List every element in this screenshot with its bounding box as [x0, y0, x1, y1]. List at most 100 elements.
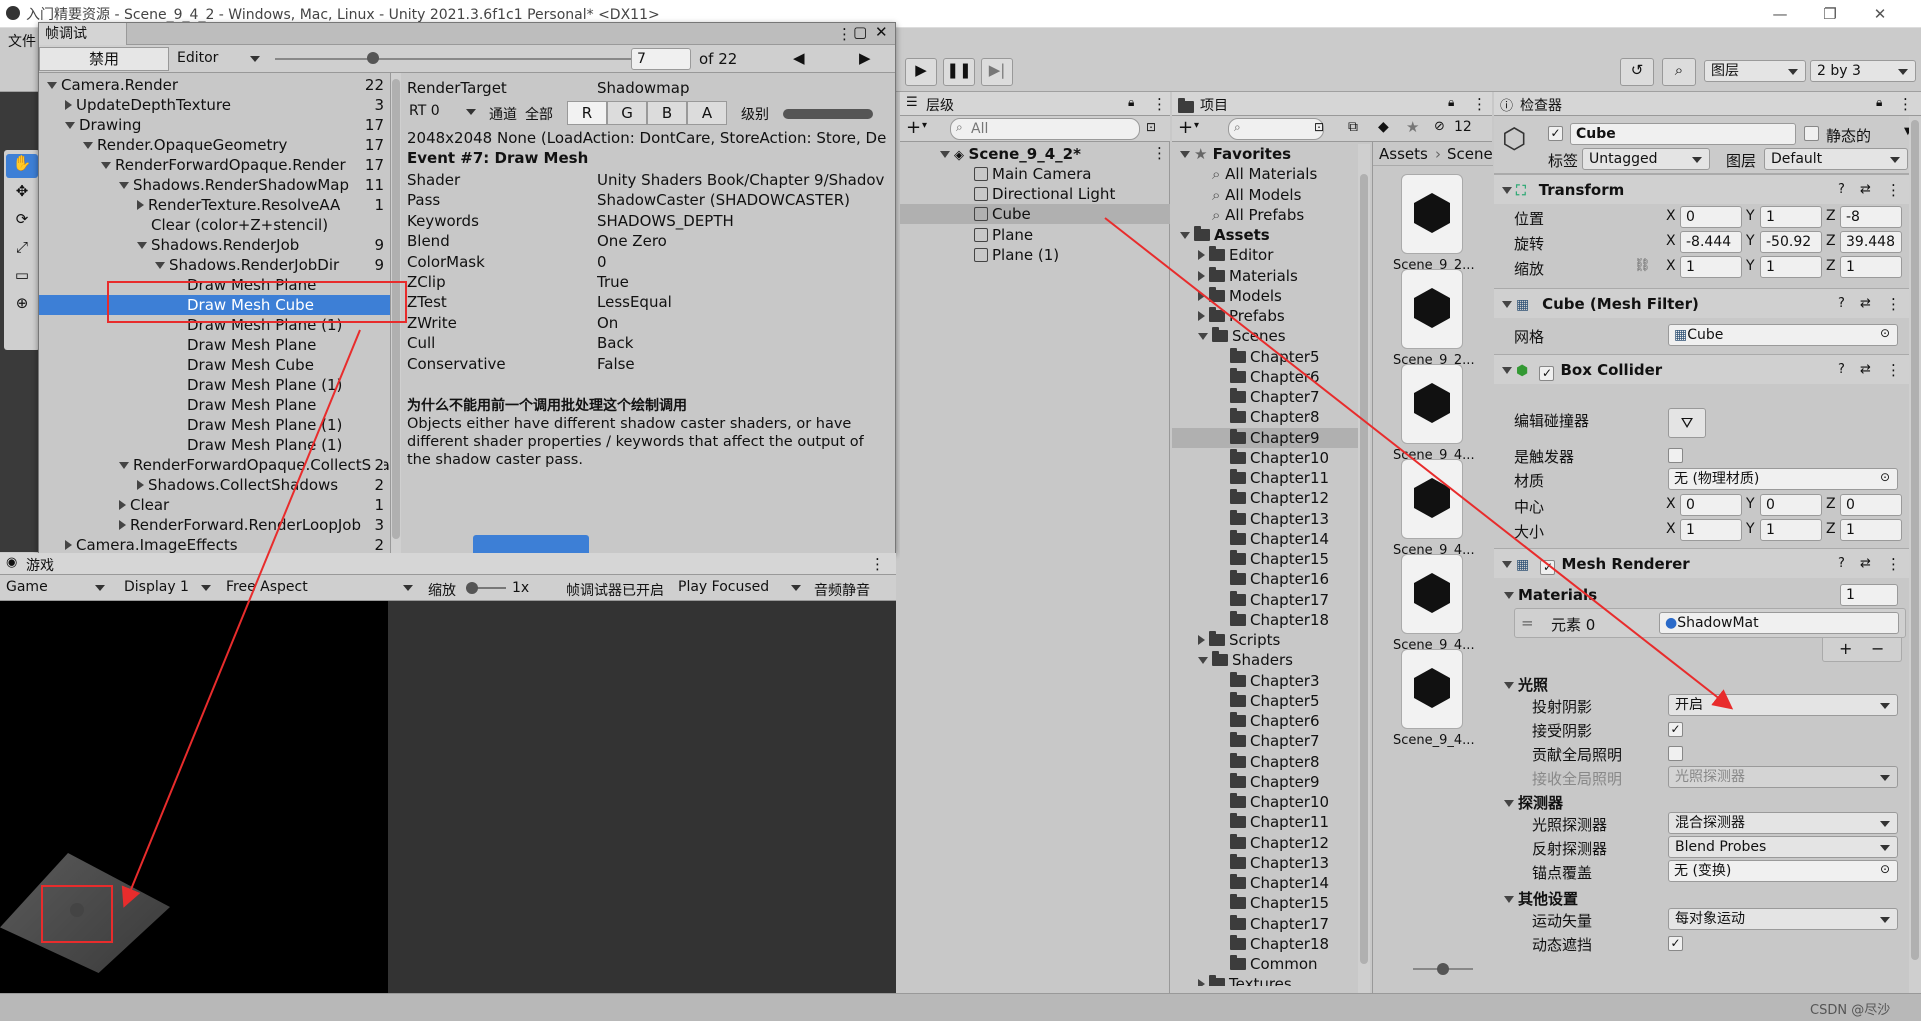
- zoom-slider-handle[interactable]: [1437, 963, 1449, 975]
- event-tree-item[interactable]: Draw Mesh Plane: [39, 275, 390, 295]
- scale-z-input[interactable]: 1: [1840, 256, 1902, 278]
- expanded-arrow-icon[interactable]: [1180, 232, 1190, 239]
- project-add-dropdown-icon[interactable]: ▾: [1194, 120, 1199, 131]
- filter-icon[interactable]: ⊡: [1146, 120, 1156, 134]
- drag-handle-icon[interactable]: =: [1521, 614, 1534, 632]
- material-element-field[interactable]: ●ShadowMat: [1659, 612, 1899, 634]
- help-icon[interactable]: ?: [1838, 289, 1845, 319]
- center-x-input[interactable]: 0: [1680, 494, 1742, 516]
- materials-label[interactable]: Materials: [1504, 586, 1597, 604]
- event-tree-item[interactable]: Shadows.CollectShadows 2: [39, 475, 390, 495]
- project-tree-item[interactable]: Chapter8: [1172, 752, 1358, 772]
- channel-r-button[interactable]: R: [567, 101, 607, 125]
- event-tree-item[interactable]: RenderTexture.ResolveAA 1: [39, 195, 390, 215]
- project-tree-item[interactable]: Chapter11: [1172, 468, 1358, 488]
- breadcrumb-assets[interactable]: Assets: [1379, 145, 1428, 163]
- component-menu-icon[interactable]: ⋮: [1886, 175, 1901, 205]
- scale-slider-handle[interactable]: [466, 582, 478, 594]
- frame-slider-handle[interactable]: [367, 52, 379, 64]
- scene-asset-icon[interactable]: [1401, 554, 1463, 634]
- project-tree-item[interactable]: ⌕ All Materials: [1172, 164, 1358, 184]
- project-add-icon[interactable]: +: [1178, 117, 1193, 138]
- project-tree-item[interactable]: Chapter7: [1172, 731, 1358, 751]
- center-y-input[interactable]: 0: [1760, 494, 1822, 516]
- collapsed-arrow-icon[interactable]: [137, 480, 144, 490]
- project-tree-item[interactable]: Chapter15: [1172, 549, 1358, 569]
- project-tree-item[interactable]: Chapter9: [1172, 772, 1358, 792]
- close-icon[interactable]: ✕: [875, 23, 888, 41]
- preset-icon[interactable]: ⇄: [1860, 289, 1871, 319]
- close-window-button[interactable]: ✕: [1860, 0, 1900, 28]
- event-tree-item[interactable]: Draw Mesh Cube: [39, 295, 390, 315]
- inspector-lock-icon[interactable]: 🔒︎: [1876, 95, 1882, 110]
- breadcrumb-scenes[interactable]: Scene: [1447, 145, 1493, 163]
- mesh-filter-header[interactable]: ▦ Cube (Mesh Filter) ? ⇄ ⋮: [1494, 288, 1921, 318]
- project-tree-item[interactable]: Scripts: [1172, 630, 1358, 650]
- restore-button[interactable]: ❐: [1810, 0, 1850, 28]
- frame-debugger-on-label[interactable]: 帧调试器已开启: [566, 580, 664, 600]
- anchor-override-field[interactable]: 无 (变换): [1668, 860, 1898, 882]
- transform-tool-icon[interactable]: ⊕: [6, 294, 38, 318]
- history-icon[interactable]: ↺: [1620, 58, 1654, 86]
- event-tree-item[interactable]: Camera.Render 22: [39, 75, 390, 95]
- expanded-arrow-icon[interactable]: [101, 162, 111, 169]
- materials-count[interactable]: 1: [1840, 584, 1898, 606]
- project-tree-item[interactable]: Chapter14: [1172, 529, 1358, 549]
- cast-shadows-dropdown[interactable]: 开启: [1668, 694, 1898, 716]
- hierarchy-tab[interactable]: 层级: [926, 95, 954, 115]
- probes-section[interactable]: 探测器: [1504, 792, 1563, 813]
- kebab-menu-icon[interactable]: ⋮: [837, 25, 852, 43]
- project-tree-item[interactable]: Chapter15: [1172, 893, 1358, 913]
- hierarchy-item[interactable]: Plane: [900, 225, 1170, 245]
- event-tree-item[interactable]: Shadows.RenderJob 9: [39, 235, 390, 255]
- receive-shadows-checkbox[interactable]: ✓: [1668, 722, 1683, 737]
- object-picker-icon[interactable]: ⊙: [1880, 470, 1890, 484]
- inspector-tab[interactable]: 检查器: [1520, 95, 1562, 115]
- project-lock-icon[interactable]: 🔒︎: [1448, 95, 1454, 110]
- constrain-proportions-icon[interactable]: ⛓: [1634, 258, 1651, 273]
- project-tree-item[interactable]: Chapter18: [1172, 934, 1358, 954]
- static-checkbox[interactable]: [1804, 126, 1819, 141]
- scene-asset-icon[interactable]: [1401, 269, 1463, 349]
- motion-vectors-dropdown[interactable]: 每对象运动: [1668, 908, 1898, 930]
- project-tree-item[interactable]: Chapter10: [1172, 448, 1358, 468]
- collider-material-field[interactable]: 无 (物理材质): [1668, 468, 1898, 490]
- game-tab[interactable]: 游戏: [26, 555, 54, 575]
- object-picker-icon[interactable]: ⊙: [1880, 862, 1890, 876]
- project-tree-scrollbar[interactable]: [1358, 144, 1370, 993]
- channel-g-button[interactable]: G: [607, 101, 647, 125]
- event-tree-item[interactable]: Draw Mesh Plane (1): [39, 375, 390, 395]
- expanded-arrow-icon[interactable]: [1180, 151, 1190, 158]
- hidden-packages-icon[interactable]: ⊘: [1434, 119, 1445, 134]
- collapsed-arrow-icon[interactable]: [1198, 290, 1205, 301]
- box-collider-header[interactable]: ⬢ ✓ Box Collider ? ⇄ ⋮: [1494, 354, 1921, 384]
- object-picker-icon[interactable]: ⊙: [1880, 326, 1890, 340]
- rotate-tool-icon[interactable]: ⟳: [6, 210, 38, 234]
- display-dropdown[interactable]: Display 1: [118, 577, 218, 599]
- project-tree-item[interactable]: Chapter17: [1172, 590, 1358, 610]
- help-icon[interactable]: ?: [1838, 355, 1845, 385]
- collapsed-arrow-icon[interactable]: [1198, 311, 1205, 321]
- rotation-y-input[interactable]: -50.92: [1760, 231, 1822, 253]
- scale-tool-icon[interactable]: ⤢: [6, 238, 38, 262]
- project-tree-item[interactable]: Chapter8: [1172, 407, 1358, 427]
- project-tree-item[interactable]: Scenes: [1172, 326, 1358, 346]
- game-mode-dropdown[interactable]: Game: [0, 577, 112, 599]
- preset-icon[interactable]: ⇄: [1860, 549, 1871, 579]
- event-tree-item[interactable]: Draw Mesh Cube: [39, 355, 390, 375]
- project-tree-item[interactable]: Chapter16: [1172, 569, 1358, 589]
- event-tree-item[interactable]: Draw Mesh Plane (1): [39, 315, 390, 335]
- expanded-arrow-icon[interactable]: [65, 122, 75, 129]
- component-menu-icon[interactable]: ⋮: [1886, 355, 1901, 385]
- size-x-input[interactable]: 1: [1680, 519, 1742, 541]
- preset-icon[interactable]: ⇄: [1860, 175, 1871, 205]
- rotation-x-input[interactable]: -8.444: [1680, 231, 1742, 253]
- position-y-input[interactable]: 1: [1760, 206, 1822, 228]
- project-tree-item[interactable]: Chapter18: [1172, 610, 1358, 630]
- project-tree-item[interactable]: Chapter5: [1172, 347, 1358, 367]
- event-tree-item[interactable]: Draw Mesh Plane (1): [39, 435, 390, 455]
- tag-dropdown[interactable]: Untagged: [1582, 148, 1710, 170]
- project-tree-item[interactable]: Shaders: [1172, 650, 1358, 670]
- next-frame-button[interactable]: ▶: [859, 49, 871, 67]
- rotation-z-input[interactable]: 39.448: [1840, 231, 1902, 253]
